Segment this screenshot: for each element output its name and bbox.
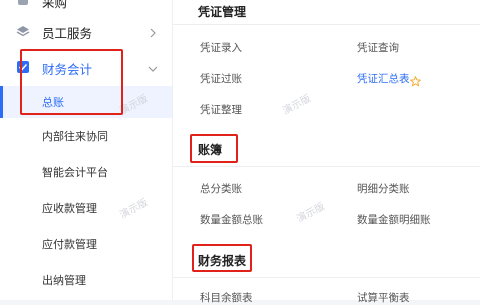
watermark: 演示版 (295, 201, 327, 226)
link-voucher-summary[interactable]: 凭证汇总表 (357, 71, 410, 86)
sidebar-subitem-internal-collab[interactable]: 内部往来协同 (0, 120, 172, 152)
link-voucher-posting[interactable]: 凭证过账 (200, 71, 242, 86)
sidebar-subitem-cashier[interactable]: 出纳管理 (0, 264, 172, 296)
link-detail-ledger[interactable]: 明细分类账 (357, 181, 410, 196)
highlight-box (190, 134, 238, 163)
watermark: 演示版 (281, 93, 313, 118)
layers-icon (16, 24, 30, 38)
main-panel: 凭证管理 凭证录入 凭证查询 凭证过账 凭证汇总表 凭证整理 账簿 总分类账 明… (173, 0, 480, 304)
sidebar-subitem-label: 内部往来协同 (42, 130, 108, 143)
sidebar-item-top-cutoff[interactable]: 采购 (0, 0, 172, 10)
divider (173, 277, 480, 278)
section-title-voucher: 凭证管理 (198, 5, 247, 19)
sidebar-nav: 采购 员工服务 财务会计 总账 内部往来协同 智能会计平台 应收款管理 应付款管… (0, 0, 173, 300)
highlight-box (192, 244, 252, 272)
sidebar-item-employee-service[interactable]: 员工服务 (0, 16, 172, 46)
link-qty-amount-ledger[interactable]: 数量金额总账 (200, 212, 263, 227)
link-general-ledger[interactable]: 总分类账 (200, 181, 242, 196)
sidebar-subitem-label: 智能会计平台 (42, 166, 108, 179)
sidebar-subitem-smart-accounting[interactable]: 智能会计平台 (0, 156, 172, 188)
divider (173, 24, 480, 25)
sidebar-subitem-label: 应收款管理 (42, 202, 97, 215)
divider (173, 166, 480, 167)
link-voucher-entry[interactable]: 凭证录入 (200, 40, 242, 55)
sidebar-item-label: 员工服务 (42, 26, 93, 41)
sidebar-subitem-label: 应付款管理 (42, 238, 97, 251)
highlight-box (20, 49, 123, 115)
sidebar-subitem-payables[interactable]: 应付款管理 (0, 228, 172, 260)
module-icon (16, 0, 30, 7)
chevron-right-icon (148, 26, 158, 38)
sidebar-subitem-label: 出纳管理 (42, 274, 86, 287)
star-icon[interactable] (409, 72, 422, 87)
link-account-balance[interactable]: 科目余额表 (200, 290, 253, 305)
chevron-down-icon (148, 62, 158, 72)
link-voucher-query[interactable]: 凭证查询 (357, 40, 399, 55)
sidebar-item-label: 采购 (42, 0, 68, 10)
link-voucher-organize[interactable]: 凭证整理 (200, 102, 242, 117)
link-trial-balance[interactable]: 试算平衡表 (357, 290, 410, 305)
link-qty-amount-detail[interactable]: 数量金额明细账 (357, 212, 431, 227)
